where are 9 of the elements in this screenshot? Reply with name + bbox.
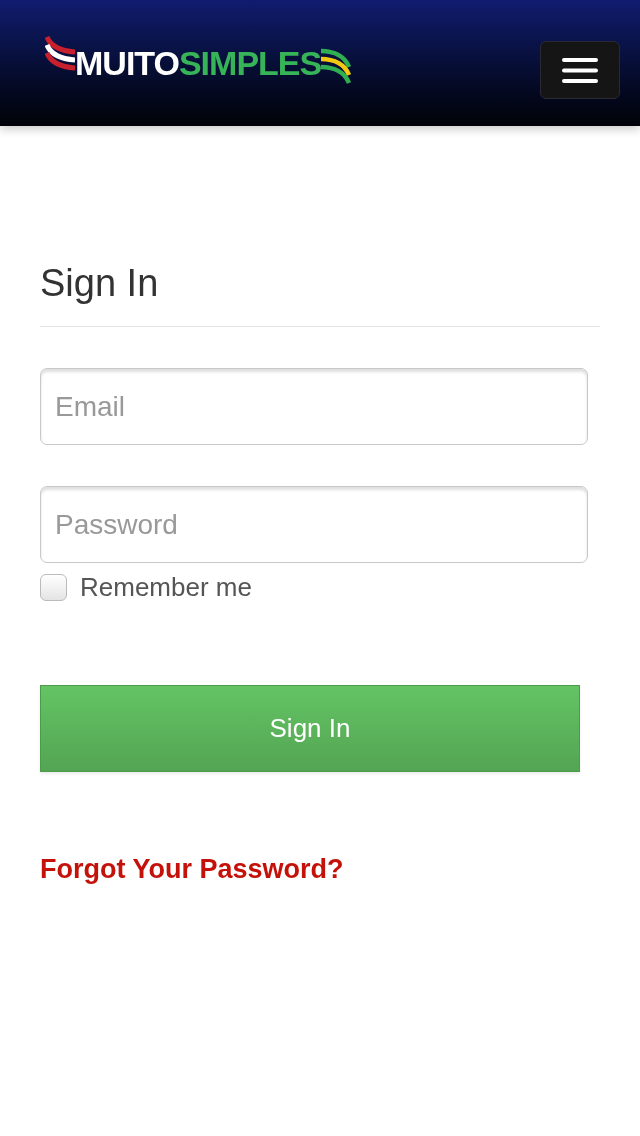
forgot-password-link[interactable]: Forgot Your Password? (40, 854, 344, 884)
email-field[interactable]: Email (40, 368, 588, 445)
checkbox-label[interactable]: Remember me (80, 572, 252, 602)
checkbox[interactable] (40, 573, 67, 601)
menu-icon (562, 57, 598, 83)
password-field[interactable]: Password (40, 486, 588, 563)
logo-text[interactable]: MUITOSIMPLES (75, 43, 322, 83)
form-title: Sign In (40, 261, 160, 306)
menu-button[interactable] (540, 41, 620, 99)
